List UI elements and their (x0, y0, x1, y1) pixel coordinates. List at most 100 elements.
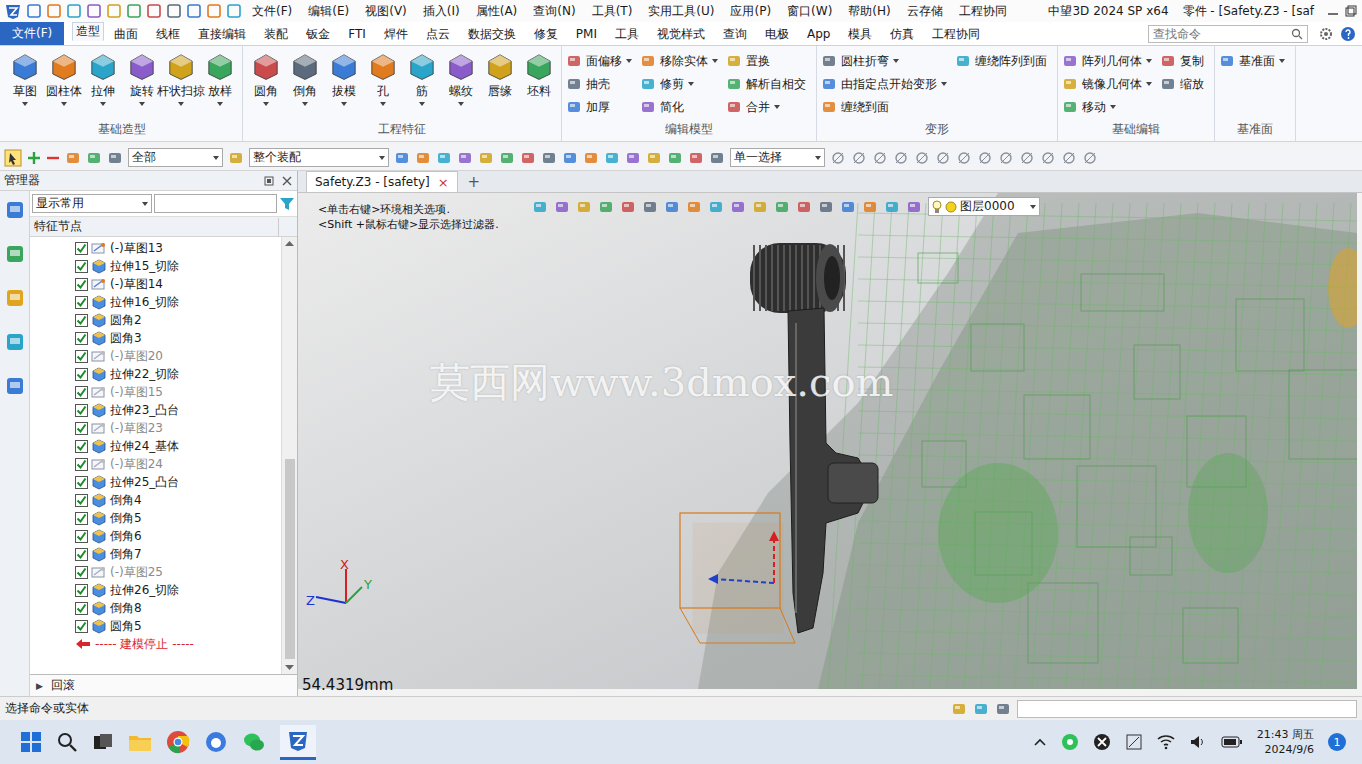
tree-checkbox[interactable] (75, 404, 88, 417)
feature-icon[interactable] (289, 50, 321, 82)
ribbon-tab[interactable]: 工具 (607, 22, 647, 45)
feature-icon[interactable] (250, 50, 282, 82)
tree-item[interactable]: 拉伸26_切除 (30, 581, 281, 599)
tool-icon[interactable] (640, 99, 656, 115)
tool-icon[interactable] (821, 99, 837, 115)
ribbon-tab[interactable]: 工程协同 (924, 22, 988, 45)
quick-access-icon[interactable] (146, 3, 162, 19)
tree-item[interactable]: (-)草图24 (30, 455, 281, 473)
feature-icon[interactable] (523, 50, 555, 82)
tree-item[interactable]: 倒角4 (30, 491, 281, 509)
remove-icon[interactable] (46, 151, 60, 165)
ribbon-button[interactable]: 坯料 (520, 48, 557, 121)
tree-checkbox[interactable] (75, 368, 88, 381)
gear-icon[interactable] (1318, 26, 1334, 42)
tool-icon[interactable] (664, 199, 680, 215)
menu-item[interactable]: 帮助(H) (842, 3, 896, 20)
menu-item[interactable]: 窗口(W) (781, 3, 838, 20)
menu-item[interactable]: 插入(I) (417, 3, 466, 20)
ribbon-tab[interactable]: App (799, 22, 838, 45)
tool-icon[interactable] (646, 150, 662, 166)
snap-icon[interactable] (830, 150, 846, 166)
ribbon-tab[interactable]: 焊件 (376, 22, 416, 45)
tool-icon[interactable] (821, 76, 837, 92)
tool-icon[interactable] (1160, 53, 1176, 69)
tool-icon[interactable] (457, 150, 473, 166)
tree-item[interactable]: 拉伸16_切除 (30, 293, 281, 311)
tool-icon[interactable] (1219, 53, 1235, 69)
tool-icon[interactable] (1062, 76, 1078, 92)
ribbon-small-button[interactable]: 加厚 (566, 97, 632, 117)
wifi-icon[interactable] (1157, 734, 1175, 750)
folder-icon[interactable] (128, 731, 152, 753)
tool-icon[interactable] (709, 150, 725, 166)
tool-icon[interactable] (541, 150, 557, 166)
snap-icon[interactable] (1082, 150, 1098, 166)
menu-item[interactable]: 应用(P) (724, 3, 777, 20)
tool-icon[interactable] (995, 701, 1011, 717)
tool-icon[interactable] (566, 99, 582, 115)
menu-item[interactable]: 工程协同 (953, 3, 1013, 20)
tree-item[interactable]: 圆角5 (30, 617, 281, 635)
menu-item[interactable]: 编辑(E) (302, 3, 355, 20)
tool-icon[interactable] (642, 199, 658, 215)
rollback-section[interactable]: ▶回滚 (30, 674, 297, 696)
snap-icon[interactable] (893, 150, 909, 166)
tree-item[interactable]: 拉伸23_凸台 (30, 401, 281, 419)
wechat-icon[interactable] (242, 730, 266, 754)
ribbon-button[interactable]: 拔模 (325, 48, 362, 121)
quick-access-icon[interactable] (26, 3, 42, 19)
tool-icon[interactable] (1160, 76, 1176, 92)
zw3d-task[interactable] (280, 725, 316, 760)
ribbon-small-button[interactable]: 合并 (726, 97, 806, 117)
ribbon-small-button[interactable]: 面偏移 (566, 51, 632, 71)
tool-icon[interactable] (604, 150, 620, 166)
ribbon-small-button[interactable]: 缩放 (1160, 74, 1204, 94)
feature-icon[interactable] (484, 50, 516, 82)
tool-icon[interactable] (532, 199, 548, 215)
select-mode[interactable]: 单一选择 (730, 148, 825, 167)
snap-icon[interactable] (977, 150, 993, 166)
ribbon-button[interactable]: 唇缘 (481, 48, 518, 121)
tool-icon[interactable] (1062, 53, 1078, 69)
tree-checkbox[interactable] (75, 296, 88, 309)
menu-item[interactable]: 查询(N) (527, 3, 581, 20)
tab-close[interactable]: × (438, 175, 449, 190)
3d-viewport[interactable]: 图层0000<单击右键>环境相关选项.<Shift +鼠标右键>显示选择过滤器.… (298, 193, 1362, 696)
tree-item[interactable]: 倒角8 (30, 599, 281, 617)
ribbon-button[interactable]: 筋 (403, 48, 440, 121)
snap-icon[interactable] (998, 150, 1014, 166)
tool-icon[interactable] (86, 150, 102, 166)
close-icon[interactable] (281, 175, 293, 187)
tree-checkbox[interactable] (75, 458, 88, 471)
tree-item[interactable]: 倒角6 (30, 527, 281, 545)
tool-icon[interactable] (818, 199, 834, 215)
funnel-icon[interactable] (279, 196, 295, 212)
tool-icon[interactable] (840, 199, 856, 215)
tree-checkbox[interactable] (75, 602, 88, 615)
tool-icon[interactable] (65, 150, 81, 166)
display-filter-select[interactable]: 显示常用 (32, 194, 152, 213)
ribbon-small-button[interactable]: 缠绕到面 (821, 97, 947, 117)
tree-checkbox[interactable] (75, 548, 88, 561)
tray-app-icon[interactable] (1093, 733, 1111, 751)
windows-start-icon[interactable] (20, 731, 42, 753)
ribbon-tab[interactable]: 造型 (72, 22, 104, 41)
chrome-icon[interactable] (166, 730, 190, 754)
battery-icon[interactable] (1221, 735, 1243, 749)
tree-checkbox[interactable] (75, 584, 88, 597)
tray-app-icon[interactable] (1061, 733, 1079, 751)
tool-icon[interactable] (620, 199, 636, 215)
ribbon-tab[interactable]: 查询 (715, 22, 755, 45)
file-button[interactable]: 文件(F) (0, 22, 64, 45)
ribbon-small-button[interactable]: 修剪 (640, 74, 718, 94)
ribbon-tab[interactable]: 模具 (840, 22, 880, 45)
manager-tab-icon[interactable] (4, 331, 26, 353)
tree-checkbox[interactable] (75, 566, 88, 579)
tool-icon[interactable] (726, 53, 742, 69)
tool-icon[interactable] (1062, 99, 1078, 115)
tree-item[interactable]: (-)草图20 (30, 347, 281, 365)
ribbon-button[interactable]: 圆角 (247, 48, 284, 121)
minimize-icon[interactable] (1326, 4, 1340, 18)
tool-icon[interactable] (598, 199, 614, 215)
